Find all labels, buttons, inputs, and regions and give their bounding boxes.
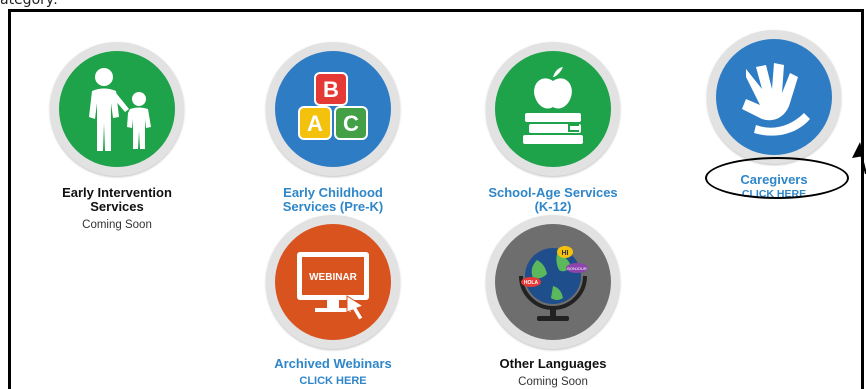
webinar-screen-label: WEBINAR	[309, 272, 358, 283]
tile-title[interactable]: Caregivers	[674, 173, 866, 187]
abc-letter-c: C	[343, 111, 359, 136]
tile-school-age: School-Age Services (K-12) Click Here	[453, 42, 653, 230]
tile-caregivers: Caregivers CLICK HERE	[674, 30, 866, 200]
coming-soon-label: Coming Soon	[82, 219, 152, 231]
abc-letter-b: B	[323, 77, 339, 102]
tile-title[interactable]: Early Childhood Services (Pre-K)	[268, 186, 398, 214]
tile-circle: HI HOLA BONJOUR	[486, 215, 620, 349]
click-here-link[interactable]: CLICK HERE	[233, 375, 433, 387]
helping-hands-icon	[742, 63, 810, 136]
tile-circle[interactable]	[707, 30, 841, 164]
globe-bubble-hola: HOLA	[524, 280, 539, 286]
tile-early-intervention: Early Intervention Services Coming Soon	[17, 42, 217, 231]
books-apple-icon	[523, 67, 583, 144]
tile-circle[interactable]	[486, 42, 620, 176]
globe-bubble-hi: HI	[562, 250, 569, 257]
tile-title[interactable]: School-Age Services (K-12)	[488, 186, 618, 214]
tile-title: Early Intervention Services	[62, 185, 172, 214]
click-here-link[interactable]: CLICK HERE	[674, 188, 866, 200]
tile-title: Other Languages	[499, 356, 607, 371]
parent-child-icon	[89, 68, 151, 151]
globe-icon: HI HOLA BONJOUR	[519, 246, 588, 321]
cropped-heading-fragment: ategory:	[0, 0, 58, 8]
tile-early-childhood: B A C Early Childhood Services (Pre-K) C…	[233, 42, 433, 230]
globe-bubble-bonjour: BONJOUR	[567, 266, 587, 271]
tile-title[interactable]: Archived Webinars	[233, 357, 433, 371]
tile-circle	[50, 42, 184, 176]
tile-other-languages: HI HOLA BONJOUR Other Languages Coming S…	[453, 215, 653, 388]
tile-circle[interactable]: WEBINAR	[266, 215, 400, 349]
abc-blocks-icon: B A C	[298, 72, 368, 140]
tile-archived-webinars: WEBINAR Archived Webinars CLICK HERE	[233, 215, 433, 387]
coming-soon-label: Coming Soon	[518, 376, 588, 388]
abc-letter-a: A	[307, 111, 323, 136]
tile-circle[interactable]: B A C	[266, 42, 400, 176]
webinar-icon: WEBINAR	[297, 252, 369, 321]
